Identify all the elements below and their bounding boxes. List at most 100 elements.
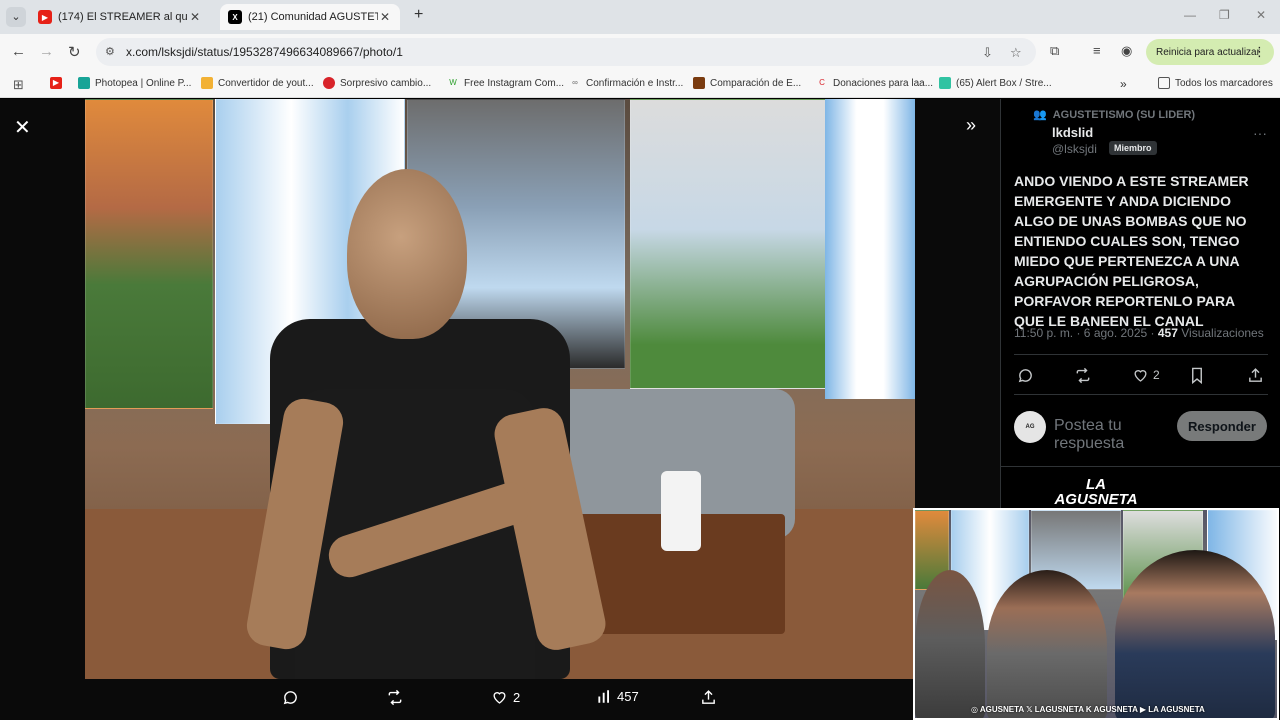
tab-bar: ⌄ ▶ (174) El STREAMER al que ACO ✕ X (21…: [0, 0, 1280, 34]
share-icon[interactable]: [1247, 367, 1264, 384]
youtube-icon: ▶: [38, 10, 52, 24]
close-tab-icon[interactable]: ✕: [378, 10, 392, 24]
views-count: 457: [1157, 326, 1178, 340]
post-photo[interactable]: [85, 99, 915, 679]
webcam-overlay: ◎ AGUSNETA 𝕏 LAGUSNETA K AGUSNETA ▶ LA A…: [913, 508, 1279, 720]
views-chart-icon: [598, 690, 609, 703]
tab-title: (21) Comunidad AGUSTETISMO: [248, 11, 378, 23]
restore-icon[interactable]: ❐: [1219, 8, 1230, 22]
share-icon[interactable]: [700, 689, 722, 706]
url-text[interactable]: x.com/lsksjdi/status/1953287496634089667…: [126, 45, 403, 59]
repost-icon[interactable]: [1074, 367, 1092, 384]
apps-grid-icon[interactable]: ⊞: [13, 77, 24, 93]
site-info-icon[interactable]: ⚙: [105, 45, 119, 59]
bookmark-label: Sorpresivo cambio...: [340, 77, 432, 89]
tab-youtube[interactable]: ▶ (174) El STREAMER al que ACO ✕: [30, 4, 210, 30]
photo-action-bar: 2 457: [0, 679, 1000, 720]
bookmark-convertidor[interactable]: Convertidor de yout...: [201, 77, 314, 89]
bookmark-label: Confirmación e Instr...: [586, 77, 684, 89]
views-button[interactable]: 457: [596, 689, 639, 704]
like-button[interactable]: 2: [1132, 367, 1160, 383]
post-meta: 11:50 p. m. · 6 ago. 2025 · 457 Visualiz…: [1014, 326, 1264, 340]
bookmark-label: Photopea | Online P...: [95, 77, 192, 89]
reload-icon[interactable]: ↻: [68, 43, 81, 61]
person-middle: [987, 570, 1107, 718]
tab-search-button[interactable]: ⌄: [6, 7, 26, 27]
social-handles: ◎ AGUSNETA 𝕏 LAGUSNETA K AGUSNETA ▶ LA A…: [971, 705, 1205, 714]
forward-icon[interactable]: →: [39, 43, 54, 60]
bookmark-label: Todos los marcadores: [1175, 77, 1273, 89]
bookmark-youtube[interactable]: ▶: [50, 77, 67, 89]
bookmark-instagram[interactable]: W Free Instagram Com...: [447, 77, 564, 89]
bookmark-label: Donaciones para laa...: [833, 77, 934, 89]
tab-x-community[interactable]: X (21) Comunidad AGUSTETISMO ✕: [220, 4, 400, 30]
bookmark-photopea[interactable]: Photopea | Online P...: [78, 77, 191, 89]
close-window-icon[interactable]: ✕: [1256, 8, 1266, 22]
update-button[interactable]: Reinicia para actualizar ⋮: [1146, 39, 1274, 65]
menu-dots-icon[interactable]: ⋮: [1253, 44, 1266, 60]
x-logo-icon: X: [228, 10, 242, 24]
more-options-icon[interactable]: ···: [1253, 125, 1267, 141]
new-tab-button[interactable]: +: [414, 6, 423, 24]
paper-roll: [661, 471, 701, 551]
stream-logo: LA AGUSNETA: [1054, 476, 1138, 508]
expand-panel-icon[interactable]: »: [966, 115, 976, 136]
bookmark-label: Convertidor de yout...: [218, 77, 314, 89]
person-right: [1115, 550, 1275, 718]
close-tab-icon[interactable]: ✕: [188, 10, 202, 24]
post-text: ANDO VIENDO A ESTE STREAMER EMERGENTE Y …: [1014, 173, 1249, 329]
avatar[interactable]: AG: [1014, 411, 1046, 443]
back-icon[interactable]: ←: [11, 43, 26, 60]
divider: [1014, 354, 1268, 355]
address-bar[interactable]: ⚙ x.com/lsksjdi/status/19532874966340896…: [96, 38, 1036, 66]
profile-icon[interactable]: ◉: [1121, 43, 1132, 59]
author-name[interactable]: lkdslid: [1052, 125, 1093, 140]
heart-icon: [493, 692, 506, 704]
folder-icon: [1158, 77, 1170, 89]
community-name: AGUSTETISMO (SU LIDER): [1052, 108, 1196, 121]
heart-icon: [1134, 370, 1147, 382]
community-label[interactable]: 👥 AGUSTETISMO (SU LIDER): [1033, 108, 1196, 122]
close-icon[interactable]: ✕: [14, 115, 31, 140]
site-icon: [693, 77, 705, 89]
repost-icon[interactable]: [386, 689, 409, 706]
like-button[interactable]: 2: [491, 689, 520, 705]
person-left: [915, 570, 985, 718]
photopea-icon: [78, 77, 90, 89]
divider: [1014, 394, 1268, 395]
divider: [1001, 466, 1280, 467]
member-badge: Miembro: [1109, 141, 1157, 155]
browser-toolbar: ← → ↻ ⚙ x.com/lsksjdi/status/19532874966…: [0, 34, 1280, 70]
folder-icon: [201, 77, 213, 89]
reply-icon[interactable]: [1017, 367, 1034, 384]
bookmark-icon[interactable]: [1190, 367, 1204, 384]
bookmarks-bar: ⊞ ▶ Photopea | Online P... Convertidor d…: [0, 70, 1280, 98]
bookmark-label: Comparación de E...: [710, 77, 802, 89]
media-controls-icon[interactable]: ≡: [1093, 43, 1101, 58]
author-handle[interactable]: @lsksjdi: [1052, 142, 1097, 156]
donation-icon: C: [819, 78, 825, 87]
bookmark-label: Free Instagram Com...: [464, 77, 565, 89]
tab-title: (174) El STREAMER al que ACO: [58, 11, 188, 23]
bookmark-comparacion[interactable]: Comparación de E...: [693, 77, 801, 89]
more-bookmarks-icon[interactable]: »: [1120, 77, 1127, 91]
post-timestamp[interactable]: 11:50 p. m. · 6 ago. 2025 ·: [1014, 326, 1158, 340]
link-icon: ∞: [572, 78, 578, 87]
argentina-flag: [825, 99, 915, 399]
stadium-poster: [85, 99, 213, 409]
bookmark-confirmacion[interactable]: ∞ Confirmación e Instr...: [569, 77, 683, 89]
reply-button[interactable]: Responder: [1177, 411, 1267, 441]
bookmark-star-icon[interactable]: ☆: [1010, 45, 1022, 61]
minimize-icon[interactable]: —: [1184, 8, 1196, 22]
extensions-icon[interactable]: ⧉: [1050, 43, 1059, 59]
community-icon: 👥: [1033, 109, 1047, 121]
reply-input[interactable]: Postea tu respuesta: [1054, 417, 1164, 453]
bookmark-alertbox[interactable]: (65) Alert Box / Stre...: [939, 77, 1052, 89]
install-app-icon[interactable]: ⇩: [982, 45, 993, 61]
view-count: 457: [617, 689, 639, 704]
bookmark-sorpresivo[interactable]: Sorpresivo cambio...: [323, 77, 431, 89]
bookmark-donaciones[interactable]: C Donaciones para laa...: [816, 77, 933, 89]
streamlabs-icon: [939, 77, 951, 89]
reply-icon[interactable]: [282, 689, 304, 706]
all-bookmarks[interactable]: Todos los marcadores: [1158, 77, 1273, 89]
